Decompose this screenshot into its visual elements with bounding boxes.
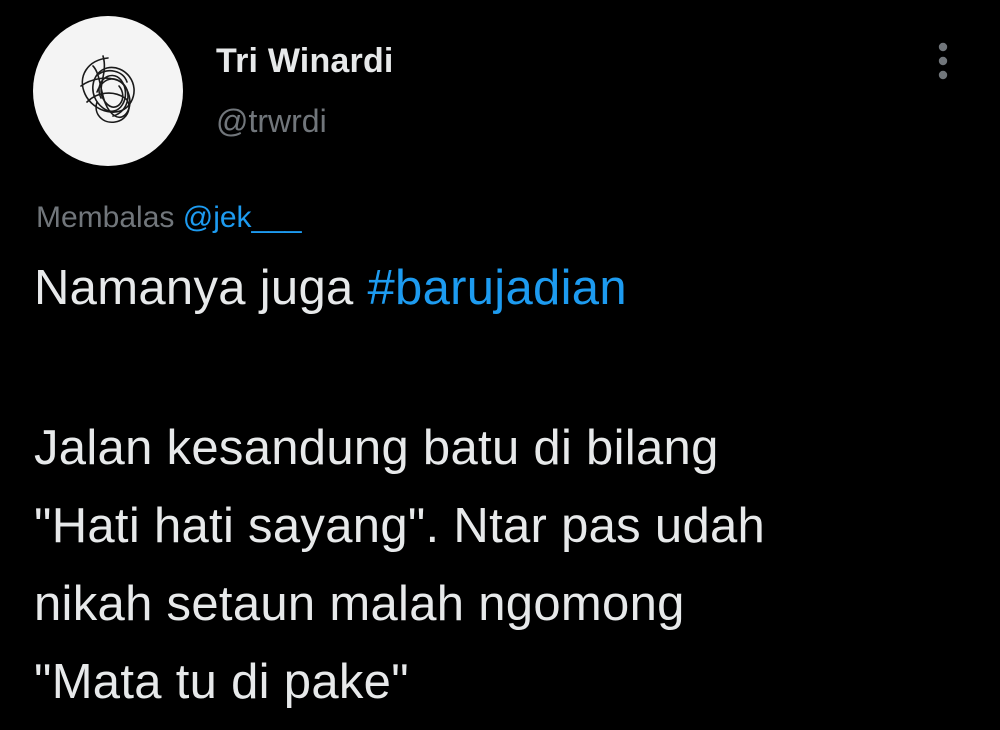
author-info: Tri Winardi @trwrdi xyxy=(216,38,394,144)
author-handle[interactable]: @trwrdi xyxy=(216,98,394,144)
scribble-avatar-icon xyxy=(80,55,135,124)
reply-prefix: Membalas xyxy=(36,201,175,234)
hashtag-link[interactable]: #barujadian xyxy=(367,261,626,315)
tweet-text-line-5: "Mata tu di pake" xyxy=(34,655,409,709)
reply-context: Membalas @jek___ xyxy=(36,198,302,238)
tweet-text-line-2: Jalan kesandung batu di bilang xyxy=(34,421,719,475)
more-options-button[interactable] xyxy=(920,38,966,84)
tweet-text-line-3: "Hati hati sayang". Ntar pas udah xyxy=(34,499,766,553)
tweet-text-line-1: Namanya juga #barujadian xyxy=(34,258,627,318)
vertical-ellipsis-icon xyxy=(938,42,948,80)
reply-mention-link[interactable]: @jek___ xyxy=(183,201,302,234)
avatar[interactable] xyxy=(33,16,183,166)
tweet-text: Namanya juga xyxy=(34,261,368,315)
tweet-text-line-4: nikah setaun malah ngomong xyxy=(34,577,685,631)
author-display-name[interactable]: Tri Winardi xyxy=(216,38,394,84)
